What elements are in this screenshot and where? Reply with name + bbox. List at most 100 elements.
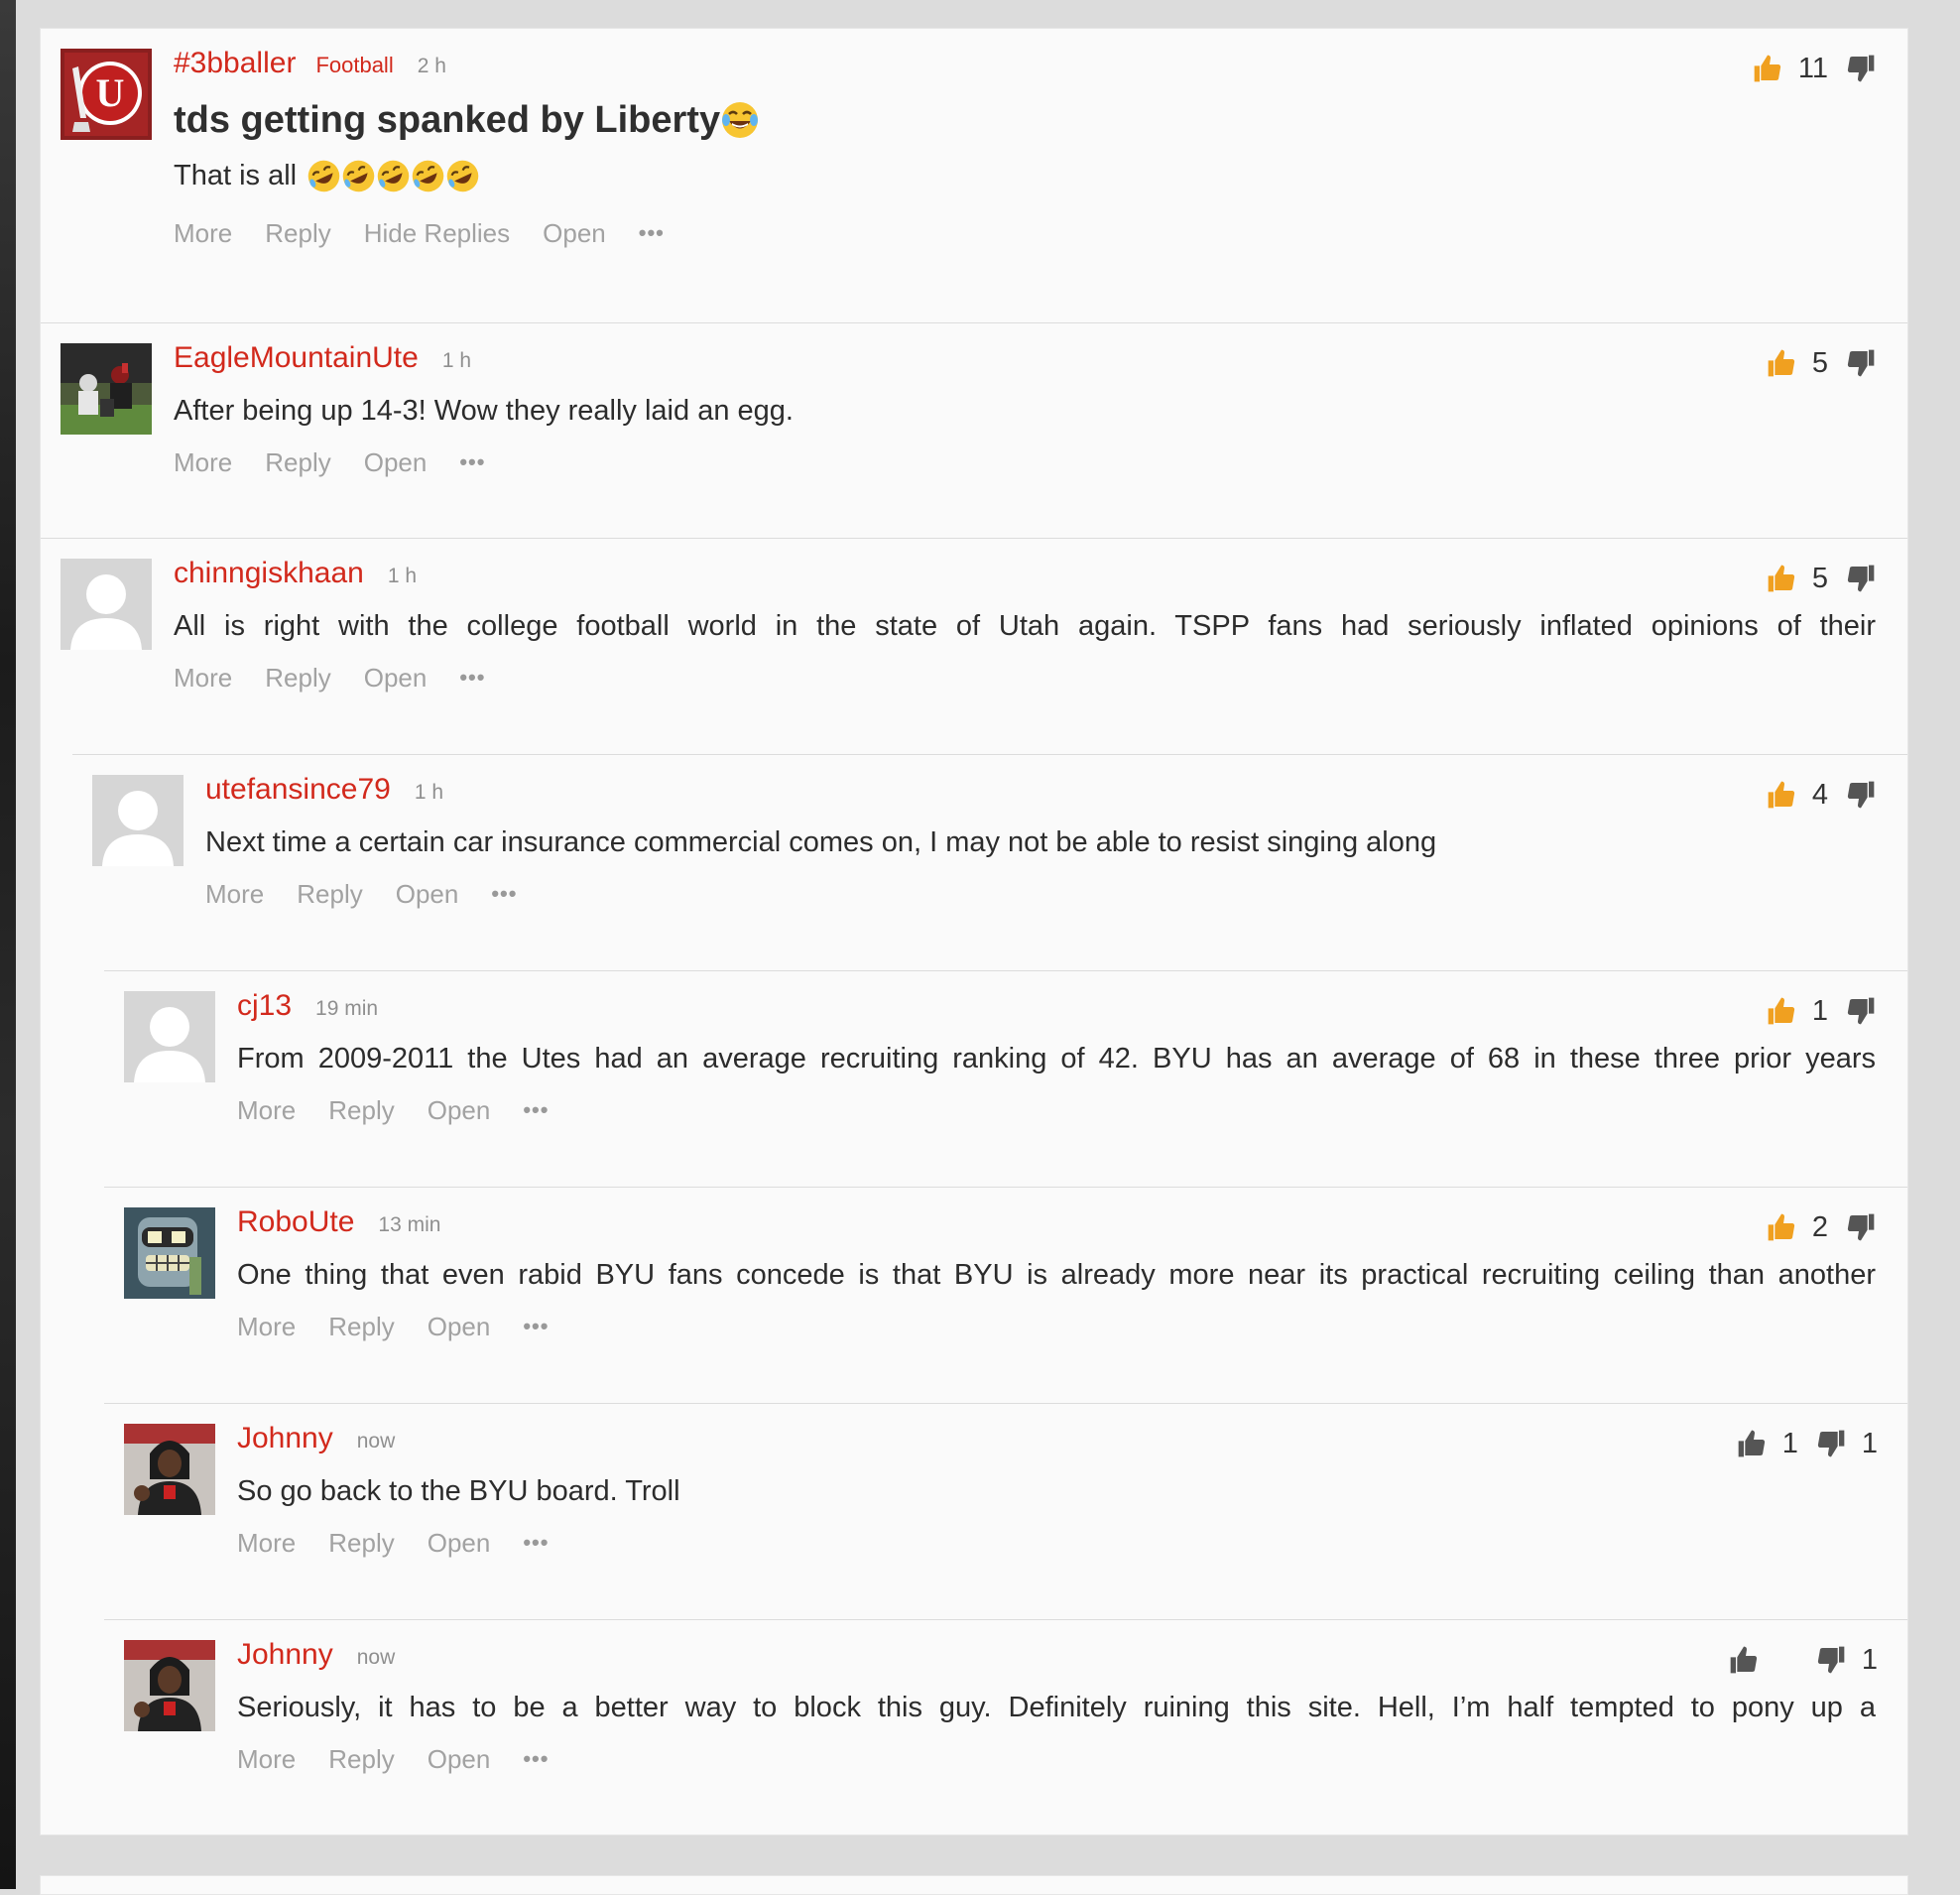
thumbs-down-icon[interactable] (1844, 346, 1878, 380)
avatar[interactable]: U (61, 49, 152, 140)
more-button[interactable]: More (237, 1095, 296, 1126)
avatar[interactable] (92, 775, 184, 866)
more-options-icon[interactable]: ••• (523, 1530, 549, 1556)
thumbs-up-icon[interactable] (1727, 1643, 1761, 1677)
thumbs-up-icon[interactable] (1735, 1427, 1769, 1460)
more-button[interactable]: More (237, 1312, 296, 1342)
downvote-count: 1 (1861, 1643, 1878, 1676)
comment-thread: U #3bballer Football 2 h tds getting spa… (40, 28, 1908, 1835)
timestamp: 13 min (378, 1213, 441, 1236)
upvote-count: 5 (1811, 346, 1828, 379)
thumbs-down-icon[interactable] (1814, 1643, 1848, 1677)
downvote-count: 1 (1861, 1427, 1878, 1459)
vote-controls: 1 1 (1735, 1424, 1878, 1463)
comment-text-row: That is all (174, 156, 1876, 195)
avatar[interactable] (124, 1640, 215, 1731)
thumbs-down-icon[interactable] (1844, 562, 1878, 595)
comment-actions: More Reply Open ••• (205, 876, 1876, 912)
username-link[interactable]: RoboUte (237, 1205, 354, 1239)
thumbs-up-icon[interactable] (1765, 346, 1798, 380)
avatar[interactable] (61, 343, 152, 435)
hide-replies-button[interactable]: Hide Replies (364, 218, 510, 249)
comment: U #3bballer Football 2 h tds getting spa… (41, 29, 1907, 322)
comment-text: Next time a certain car insurance commer… (205, 826, 1437, 858)
username-link[interactable]: utefansince79 (205, 773, 391, 807)
thumbs-down-icon[interactable] (1844, 1210, 1878, 1244)
timestamp: 19 min (315, 997, 379, 1020)
username-link[interactable]: Johnny (237, 1422, 333, 1455)
upvote-count: 4 (1811, 778, 1828, 811)
comment-text: Seriously, it has to be a better way to … (237, 1692, 1876, 1723)
open-button[interactable]: Open (428, 1095, 491, 1126)
thumbs-down-icon[interactable] (1814, 1427, 1848, 1460)
svg-text:U: U (96, 70, 125, 115)
category-link[interactable]: Football (315, 53, 393, 78)
username-link[interactable]: cj13 (237, 989, 292, 1023)
thumbs-down-icon[interactable] (1844, 52, 1878, 85)
more-options-icon[interactable]: ••• (523, 1746, 549, 1772)
more-options-icon[interactable]: ••• (639, 220, 665, 246)
post-title[interactable]: tds getting spanked by Liberty (174, 96, 1876, 144)
reply-button[interactable]: Reply (328, 1744, 394, 1775)
reply-button[interactable]: Reply (328, 1312, 394, 1342)
username-link[interactable]: Johnny (237, 1638, 333, 1672)
open-button[interactable]: Open (364, 663, 428, 694)
more-options-icon[interactable]: ••• (491, 881, 517, 907)
reply-button[interactable]: Reply (328, 1095, 394, 1126)
vote-controls: 11 (1751, 49, 1878, 88)
open-button[interactable]: Open (396, 879, 459, 910)
comment-reply: utefansince79 1 h Next time a certain ca… (72, 754, 1907, 970)
thumbs-up-icon[interactable] (1765, 778, 1798, 812)
thumbs-up-icon[interactable] (1751, 52, 1784, 85)
upvote-count: 5 (1811, 562, 1828, 594)
avatar[interactable] (124, 991, 215, 1082)
more-options-icon[interactable]: ••• (523, 1097, 549, 1123)
reply-button[interactable]: Reply (265, 218, 330, 249)
more-options-icon[interactable]: ••• (523, 1314, 549, 1339)
open-button[interactable]: Open (364, 447, 428, 478)
more-options-icon[interactable]: ••• (459, 665, 485, 691)
next-thread-card (40, 1875, 1908, 1895)
vote-controls: 1 (1727, 1640, 1878, 1680)
reply-button[interactable]: Reply (265, 447, 330, 478)
open-button[interactable]: Open (428, 1528, 491, 1559)
timestamp: now (356, 1430, 396, 1453)
thumbs-up-icon[interactable] (1765, 994, 1798, 1028)
default-avatar-icon (124, 991, 215, 1082)
avatar[interactable] (61, 559, 152, 650)
open-button[interactable]: Open (428, 1312, 491, 1342)
comment: chinngiskhaan 1 h All is right with the … (41, 538, 1907, 754)
comment-body: chinngiskhaan 1 h All is right with the … (174, 557, 1876, 695)
reply-button[interactable]: Reply (265, 663, 330, 694)
thumbs-down-icon[interactable] (1844, 994, 1878, 1028)
username-link[interactable]: chinngiskhaan (174, 557, 364, 590)
player-photo-icon (124, 1424, 215, 1515)
more-options-icon[interactable]: ••• (459, 449, 485, 475)
default-avatar-icon (92, 775, 184, 866)
reply-button[interactable]: Reply (297, 879, 362, 910)
more-button[interactable]: More (205, 879, 264, 910)
comment-body: Johnny now So go back to the BYU board. … (237, 1422, 1876, 1561)
thumbs-up-icon[interactable] (1765, 1210, 1798, 1244)
more-button[interactable]: More (237, 1528, 296, 1559)
avatar[interactable] (124, 1424, 215, 1515)
comment-body: cj13 19 min From 2009-2011 the Utes had … (237, 989, 1876, 1128)
reply-button[interactable]: Reply (328, 1528, 394, 1559)
vote-controls: 2 (1765, 1207, 1878, 1247)
username-link[interactable]: EagleMountainUte (174, 341, 419, 375)
more-button[interactable]: More (174, 218, 232, 249)
post-title-text: tds getting spanked by Liberty (174, 98, 721, 141)
comment-reply: Johnny now Seriously, it has to be a bet… (104, 1619, 1907, 1834)
comment-text: One thing that even rabid BYU fans conce… (237, 1259, 1876, 1291)
avatar[interactable] (124, 1207, 215, 1299)
thumbs-up-icon[interactable] (1765, 562, 1798, 595)
thumbs-down-icon[interactable] (1844, 778, 1878, 812)
rofl-emoji-icon (342, 160, 375, 191)
username-link[interactable]: #3bballer (174, 47, 296, 80)
more-button[interactable]: More (174, 663, 232, 694)
more-button[interactable]: More (237, 1744, 296, 1775)
more-button[interactable]: More (174, 447, 232, 478)
open-button[interactable]: Open (428, 1744, 491, 1775)
comment-actions: More Reply Open ••• (237, 1092, 1876, 1128)
open-button[interactable]: Open (543, 218, 606, 249)
